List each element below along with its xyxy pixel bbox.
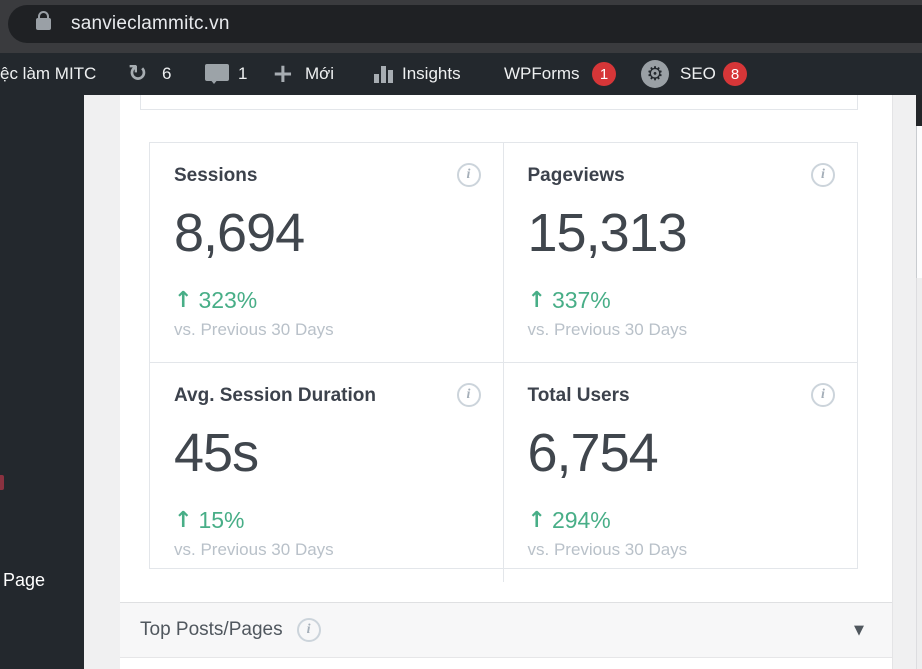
stat-change-percent: 15%	[198, 507, 245, 533]
lock-icon[interactable]	[36, 10, 51, 31]
stat-change: ↑ 337%	[528, 287, 834, 314]
url-text: sanvieclammitc.vn	[71, 13, 230, 34]
browser-chrome: sanvieclammitc.vn	[0, 0, 922, 53]
seo-gear-icon: ⚙	[641, 60, 669, 88]
stat-value: 45s	[174, 423, 259, 483]
stat-value: 6,754	[527, 423, 659, 483]
stat-compare: vs. Previous 30 Days	[527, 540, 688, 559]
info-icon[interactable]: i	[456, 383, 481, 407]
bar-chart-icon	[374, 65, 393, 83]
info-icon[interactable]: i	[456, 163, 481, 187]
up-arrow-icon: ↑	[174, 288, 193, 313]
admin-bar-new[interactable]: +	[272, 53, 294, 95]
url-bar[interactable]: sanvieclammitc.vn	[8, 5, 922, 43]
overview-stats-grid: Sessions i 8,694 ↑ 323% vs. Previous 30 …	[149, 142, 858, 582]
info-icon[interactable]: i	[811, 163, 835, 187]
stat-card-sessions: Sessions i 8,694 ↑ 323% vs. Previous 30 …	[150, 143, 504, 363]
info-icon[interactable]: i	[811, 383, 835, 407]
admin-bar-comments-count[interactable]: 1	[238, 53, 247, 95]
section-title: Top Posts/Pages	[140, 619, 283, 640]
admin-bar-updates-count[interactable]: 6	[162, 53, 171, 95]
stat-title: Avg. Session Duration	[174, 385, 376, 406]
stat-change-percent: 323%	[198, 287, 258, 313]
wp-admin-bar: ệc làm MITC ↻ 6 1 + Mới Insights WPForms…	[0, 53, 922, 95]
admin-bar-wpforms[interactable]: WPForms	[504, 53, 580, 95]
admin-bar-seo-label[interactable]: SEO	[680, 53, 716, 95]
up-arrow-icon: ↑	[527, 508, 546, 533]
previous-widget-edge	[140, 95, 858, 110]
admin-bar-updates[interactable]: ↻	[128, 53, 147, 95]
info-icon[interactable]: i	[296, 618, 321, 642]
updates-icon: ↻	[128, 61, 148, 87]
stat-compare: vs. Previous 30 Days	[174, 320, 334, 339]
sidebar-item-page[interactable]: Page	[3, 570, 45, 591]
stat-change: ↑ 294%	[528, 507, 834, 534]
stat-card-total-users: Total Users i 6,754 ↑ 294% vs. Previous …	[504, 363, 858, 582]
stat-change: ↑ 15%	[174, 507, 479, 534]
up-arrow-icon: ↑	[527, 288, 546, 313]
screen: sanvieclammitc.vn ệc làm MITC ↻ 6 1 + Mớ…	[0, 0, 922, 669]
up-arrow-icon: ↑	[174, 508, 193, 533]
admin-bar-insights-label[interactable]: Insights	[402, 53, 461, 95]
scrollbar-track[interactable]	[916, 278, 922, 669]
scrollbar-dark-cap	[916, 95, 922, 126]
plus-icon: +	[272, 59, 294, 89]
stat-value: 15,313	[527, 203, 688, 263]
stat-title: Total Users	[527, 385, 630, 406]
wpforms-badge: 1	[592, 53, 616, 95]
stat-compare: vs. Previous 30 Days	[174, 540, 334, 559]
stat-change-percent: 294%	[551, 507, 611, 533]
stat-title: Sessions	[174, 165, 258, 186]
dashboard-panel: Sessions i 8,694 ↑ 323% vs. Previous 30 …	[120, 95, 893, 669]
lock-body	[36, 17, 51, 30]
admin-bar-insights[interactable]	[374, 53, 393, 95]
admin-bar-seo[interactable]: ⚙	[641, 53, 669, 95]
chevron-down-icon[interactable]: ▼	[854, 623, 864, 638]
scrollbar-thumb[interactable]	[916, 126, 922, 278]
top-posts-pages-header[interactable]: Top Posts/Pages i ▼	[120, 602, 892, 658]
seo-badge: 8	[723, 53, 747, 95]
admin-bar-new-label[interactable]: Mới	[305, 53, 334, 95]
stat-compare: vs. Previous 30 Days	[527, 320, 688, 339]
stat-change: ↑ 323%	[174, 287, 479, 314]
comments-icon	[205, 63, 229, 84]
stat-card-pageviews: Pageviews i 15,313 ↑ 337% vs. Previous 3…	[503, 143, 857, 363]
stat-change-percent: 337%	[551, 287, 611, 313]
admin-bar-site-name[interactable]: ệc làm MITC	[0, 53, 96, 95]
sidebar-notification-sliver	[0, 475, 4, 490]
admin-bar-comments[interactable]	[205, 53, 229, 95]
stat-card-avg-session-duration: Avg. Session Duration i 45s ↑ 15% vs. Pr…	[150, 363, 504, 582]
stat-value: 8,694	[174, 203, 305, 263]
stat-title: Pageviews	[527, 165, 625, 186]
